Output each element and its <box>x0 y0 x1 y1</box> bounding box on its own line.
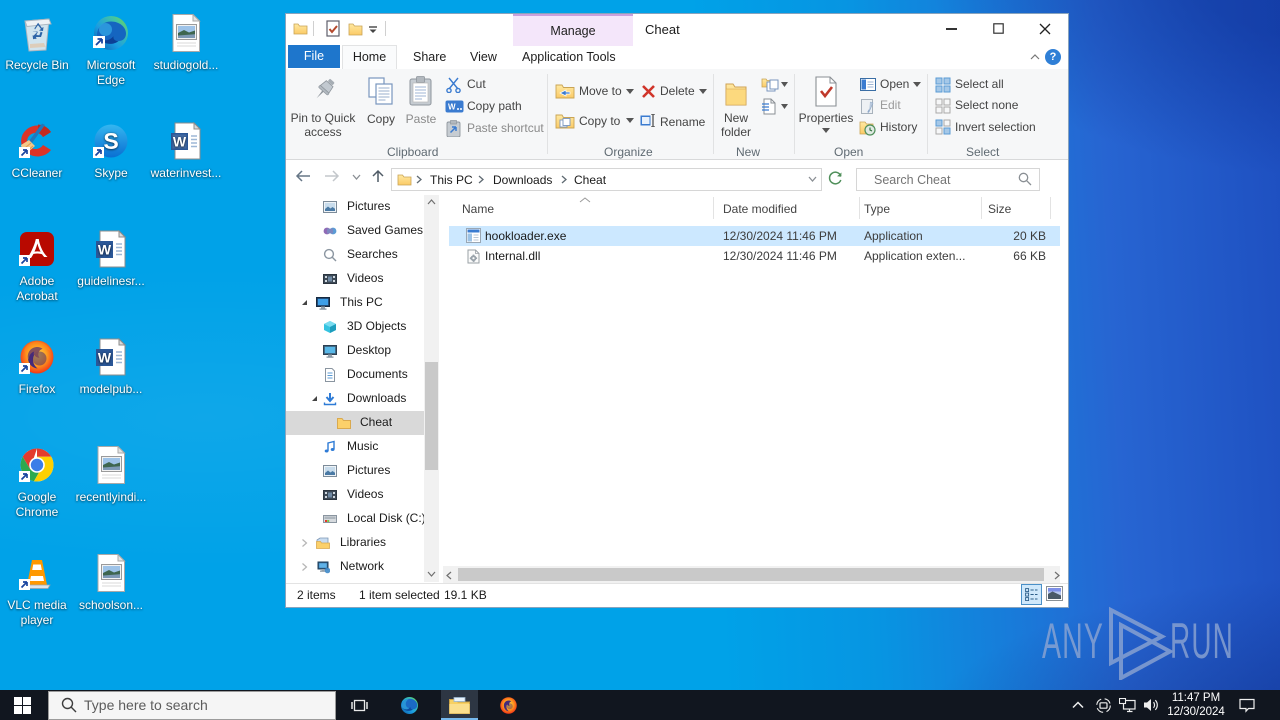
svg-text:W: W <box>98 350 112 366</box>
svg-text:W: W <box>173 134 187 150</box>
svg-text:ANY: ANY <box>1042 613 1104 669</box>
svg-text:RUN: RUN <box>1170 613 1234 669</box>
svg-text:W: W <box>448 103 456 112</box>
svg-text:W: W <box>98 242 112 258</box>
svg-text:S: S <box>103 128 118 154</box>
